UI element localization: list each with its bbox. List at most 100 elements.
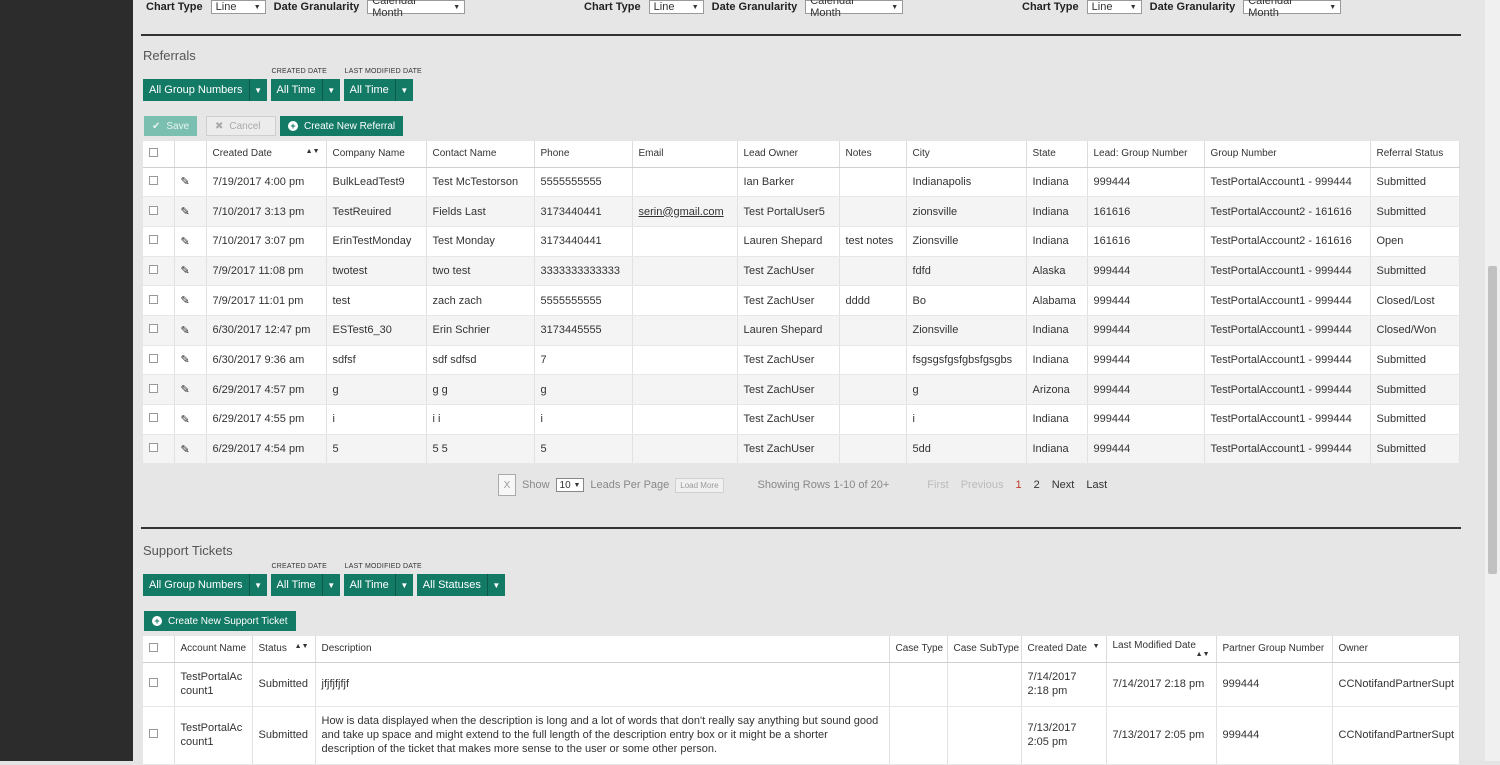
create-referral-button[interactable]: + Create New Referral bbox=[280, 116, 404, 136]
row-checkbox[interactable] bbox=[143, 167, 175, 198]
select-all-checkbox[interactable] bbox=[143, 141, 175, 168]
edit-pencil-icon[interactable]: ✎ bbox=[174, 226, 207, 257]
column-header-lead-owner[interactable]: Lead Owner bbox=[737, 141, 840, 168]
modified-date-button[interactable]: All Time bbox=[343, 79, 395, 101]
table-row[interactable]: TestPortalAccount1 Submitted How is data d… bbox=[143, 706, 1460, 765]
vertical-scrollbar[interactable] bbox=[1485, 0, 1500, 761]
chevron-down-icon[interactable]: ▼ bbox=[486, 574, 505, 596]
row-checkbox[interactable] bbox=[143, 315, 175, 346]
page-1-link[interactable]: 1 bbox=[1015, 479, 1021, 491]
column-header-case-subtype[interactable]: Case SubType bbox=[947, 636, 1022, 663]
excel-icon[interactable]: X bbox=[498, 474, 516, 496]
column-header-created-date[interactable]: Created Date ▲▼ bbox=[206, 141, 327, 168]
column-header-status[interactable]: Status ▲▼ bbox=[252, 636, 316, 663]
edit-pencil-icon[interactable]: ✎ bbox=[174, 285, 207, 316]
row-checkbox[interactable] bbox=[143, 434, 175, 465]
status-button[interactable]: All Statuses bbox=[416, 574, 487, 596]
column-header-group-number[interactable]: Group Number bbox=[1204, 141, 1371, 168]
modified-date-filter[interactable]: LAST MODIFIED DATE All Time ▼ bbox=[343, 563, 422, 596]
table-cell[interactable]: serin@gmail.com bbox=[632, 196, 738, 227]
scrollbar-thumb[interactable] bbox=[1488, 266, 1497, 574]
column-header-state[interactable]: State bbox=[1026, 141, 1088, 168]
edit-pencil-icon[interactable]: ✎ bbox=[174, 196, 207, 227]
page-2-link[interactable]: 2 bbox=[1034, 479, 1040, 491]
chart-type-select[interactable]: Line ▼ bbox=[210, 0, 266, 14]
save-button[interactable]: ✔ Save bbox=[144, 116, 198, 136]
table-row[interactable]: TestPortalAccount1 Submitted jfjfjfjfjf 7/1… bbox=[143, 662, 1460, 707]
table-row[interactable]: ✎ 7/10/2017 3:07 pm ErinTestMonday Test Mon… bbox=[143, 226, 1460, 257]
created-date-button[interactable]: All Time bbox=[270, 574, 322, 596]
edit-pencil-icon[interactable]: ✎ bbox=[174, 256, 207, 287]
column-header-notes[interactable]: Notes bbox=[839, 141, 907, 168]
chevron-down-icon[interactable]: ▼ bbox=[248, 79, 267, 101]
select-all-checkbox[interactable] bbox=[143, 636, 175, 663]
column-header-last-modified-date[interactable]: Last Modified Date ▲▼ bbox=[1106, 636, 1217, 663]
table-row[interactable]: ✎ 6/29/2017 4:55 pm i i i i Test ZachUser i Ind… bbox=[143, 404, 1460, 435]
row-checkbox[interactable] bbox=[143, 662, 175, 707]
edit-pencil-icon[interactable]: ✎ bbox=[174, 315, 207, 346]
table-row[interactable]: ✎ 7/10/2017 3:13 pm TestReuired Fields Last… bbox=[143, 196, 1460, 227]
table-row[interactable]: ✎ 7/9/2017 11:08 pm twotest two test 3333333… bbox=[143, 256, 1460, 287]
date-granularity-select[interactable]: Calendar Month ▼ bbox=[367, 0, 466, 19]
created-date-filter[interactable]: CREATED DATE All Time ▼ bbox=[270, 68, 340, 101]
column-header-account-name[interactable]: Account Name bbox=[174, 636, 253, 663]
column-header-contact-name[interactable]: Contact Name bbox=[426, 141, 535, 168]
next-page-link[interactable]: Next bbox=[1052, 479, 1075, 491]
row-checkbox[interactable] bbox=[143, 285, 175, 316]
edit-pencil-icon[interactable]: ✎ bbox=[174, 167, 207, 198]
column-header-owner[interactable]: Owner bbox=[1332, 636, 1460, 663]
date-granularity-select[interactable]: Calendar Month ▼ bbox=[1243, 0, 1342, 19]
column-header-referral-status[interactable]: Referral Status bbox=[1370, 141, 1460, 168]
column-header-partner-group-number[interactable]: Partner Group Number bbox=[1216, 636, 1333, 663]
edit-pencil-icon[interactable]: ✎ bbox=[174, 404, 207, 435]
column-header-lead-group-number[interactable]: Lead: Group Number bbox=[1087, 141, 1205, 168]
group-number-filter[interactable]: All Group Numbers ▼ bbox=[143, 574, 267, 596]
chart-type-select[interactable]: Line ▼ bbox=[648, 0, 704, 14]
row-checkbox[interactable] bbox=[143, 374, 175, 405]
per-page-select[interactable]: 10 ▼ bbox=[555, 478, 585, 492]
column-header-company-name[interactable]: Company Name bbox=[326, 141, 427, 168]
row-checkbox[interactable] bbox=[143, 196, 175, 227]
chevron-down-icon[interactable]: ▼ bbox=[321, 574, 340, 596]
table-row[interactable]: ✎ 6/29/2017 4:54 pm 5 5 5 5 Test ZachUser 5dd I… bbox=[143, 434, 1460, 465]
column-header-city[interactable]: City bbox=[906, 141, 1027, 168]
chart-type-select[interactable]: Line ▼ bbox=[1086, 0, 1142, 14]
created-date-filter[interactable]: CREATED DATE All Time ▼ bbox=[270, 563, 340, 596]
chevron-down-icon[interactable]: ▼ bbox=[394, 574, 413, 596]
column-header-created-date[interactable]: Created Date ▼ bbox=[1021, 636, 1107, 663]
row-checkbox[interactable] bbox=[143, 706, 175, 765]
cancel-button[interactable]: ✖ Cancel bbox=[206, 116, 276, 136]
load-more-button[interactable]: Load More bbox=[675, 477, 724, 493]
column-header-phone[interactable]: Phone bbox=[534, 141, 633, 168]
table-row[interactable]: ✎ 6/30/2017 9:36 am sdfsf sdf sdfsd 7 Test Za… bbox=[143, 345, 1460, 376]
group-number-filter[interactable]: All Group Numbers ▼ bbox=[143, 79, 267, 101]
chevron-down-icon[interactable]: ▼ bbox=[321, 79, 340, 101]
table-row[interactable]: ✎ 7/9/2017 11:01 pm test zach zach 555555555… bbox=[143, 285, 1460, 316]
date-granularity-select[interactable]: Calendar Month ▼ bbox=[805, 0, 904, 19]
edit-pencil-icon[interactable]: ✎ bbox=[174, 374, 207, 405]
column-header-email[interactable]: Email bbox=[632, 141, 738, 168]
create-support-ticket-button[interactable]: + Create New Support Ticket bbox=[144, 611, 296, 631]
column-header-case-type[interactable]: Case Type bbox=[889, 636, 948, 663]
modified-date-button[interactable]: All Time bbox=[343, 574, 395, 596]
status-filter[interactable]: All Statuses ▼ bbox=[416, 574, 505, 596]
edit-pencil-icon[interactable]: ✎ bbox=[174, 345, 207, 376]
table-row[interactable]: ✎ 7/19/2017 4:00 pm BulkLeadTest9 Test McTe… bbox=[143, 167, 1460, 198]
chevron-down-icon[interactable]: ▼ bbox=[248, 574, 267, 596]
row-checkbox[interactable] bbox=[143, 345, 175, 376]
chevron-down-icon[interactable]: ▼ bbox=[394, 79, 413, 101]
row-checkbox[interactable] bbox=[143, 226, 175, 257]
row-checkbox[interactable] bbox=[143, 404, 175, 435]
table-row[interactable]: ✎ 6/29/2017 4:57 pm g g g g Test ZachUser g Ari… bbox=[143, 374, 1460, 405]
previous-page-link[interactable]: Previous bbox=[961, 479, 1004, 491]
table-row[interactable]: ✎ 6/30/2017 12:47 pm ESTest6_30 Erin Schrie… bbox=[143, 315, 1460, 346]
created-date-button[interactable]: All Time bbox=[270, 79, 322, 101]
edit-pencil-icon[interactable]: ✎ bbox=[174, 434, 207, 465]
group-number-button[interactable]: All Group Numbers bbox=[143, 79, 249, 101]
row-checkbox[interactable] bbox=[143, 256, 175, 287]
group-number-button[interactable]: All Group Numbers bbox=[143, 574, 249, 596]
last-page-link[interactable]: Last bbox=[1086, 479, 1107, 491]
modified-date-filter[interactable]: LAST MODIFIED DATE All Time ▼ bbox=[343, 68, 422, 101]
column-header-description[interactable]: Description bbox=[315, 636, 890, 663]
first-page-link[interactable]: First bbox=[927, 479, 948, 491]
